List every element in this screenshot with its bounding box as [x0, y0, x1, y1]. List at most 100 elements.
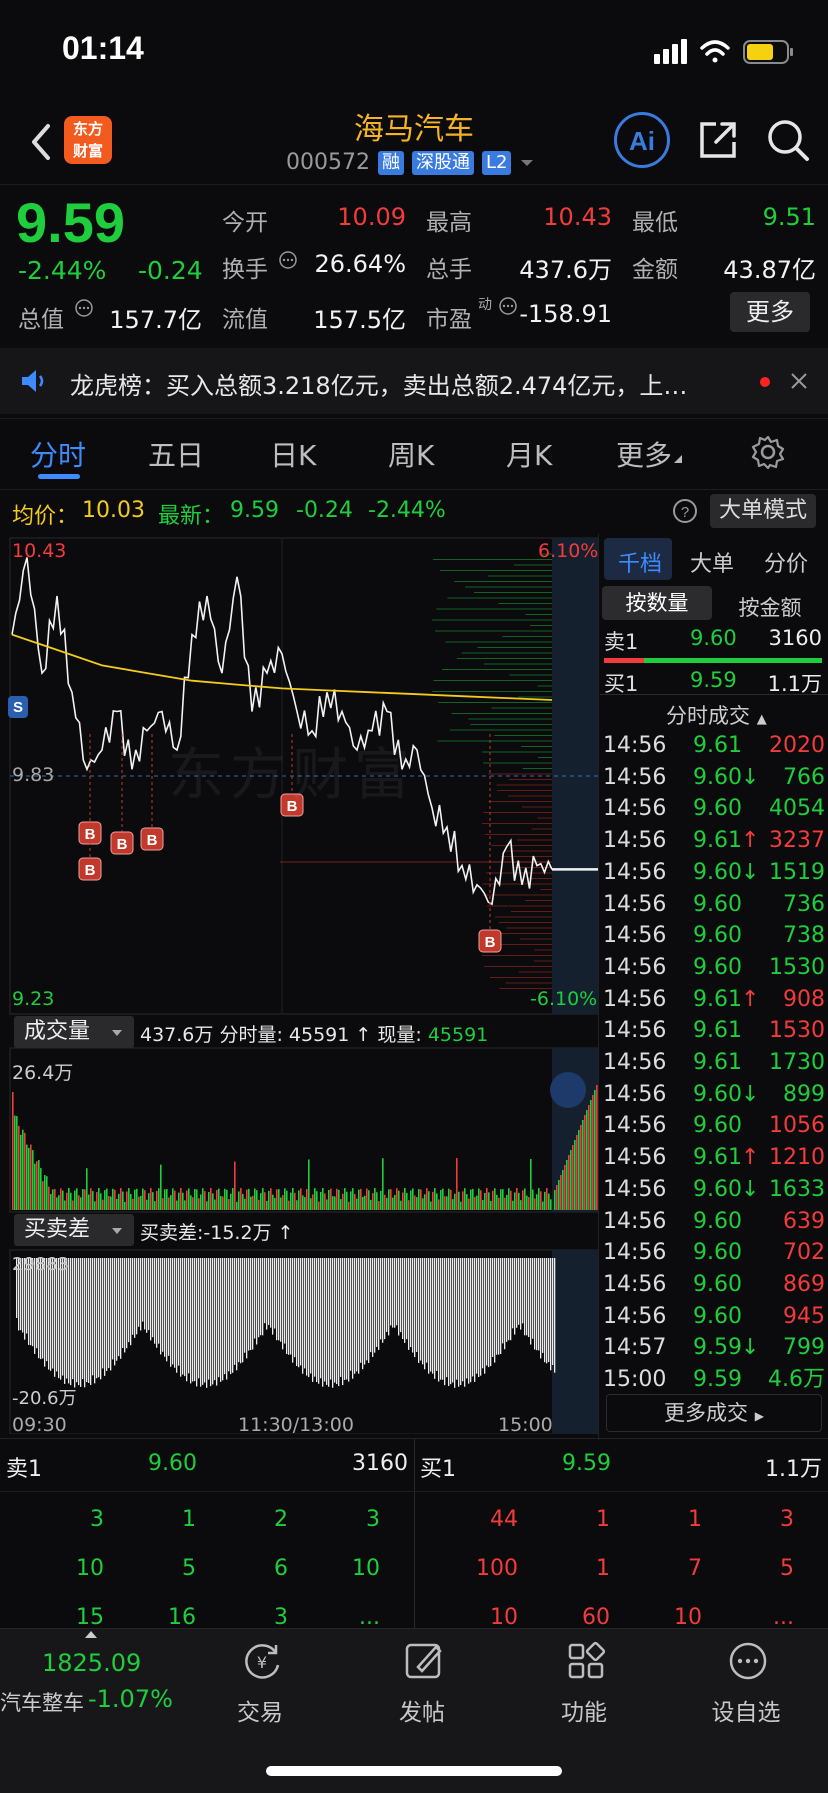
diff-bar — [84, 1258, 86, 1388]
tab-weekly-k[interactable]: 周K — [388, 434, 434, 474]
sector-index-value[interactable]: 1825.09 — [42, 1649, 141, 1677]
nav-watchlist[interactable]: 设自选 — [686, 1639, 806, 1749]
diff-bar — [132, 1258, 134, 1335]
diff-bar — [454, 1258, 456, 1388]
tick-price: 9.60 — [693, 923, 742, 949]
volume-bar — [332, 1196, 334, 1210]
tab-daily-k[interactable]: 日K — [270, 434, 316, 474]
diff-bar — [358, 1258, 360, 1374]
buy-queue-cell: 10 — [490, 1605, 518, 1630]
buy-signal-text: B — [147, 832, 158, 849]
volume-bar — [348, 1201, 350, 1210]
nav-post[interactable]: 发帖 — [362, 1639, 482, 1749]
volume-bar — [250, 1196, 252, 1210]
volume-bar-after-hours — [562, 1170, 564, 1210]
turnover-value: 26.64% — [314, 250, 406, 278]
tab-intraday[interactable]: 分时 — [30, 434, 86, 474]
help-icon[interactable]: ? — [672, 498, 698, 524]
diff-bar — [394, 1258, 396, 1328]
tab-monthly-k[interactable]: 月K — [506, 434, 552, 474]
info-dots-icon[interactable] — [498, 296, 518, 316]
volume-bar — [216, 1190, 218, 1210]
ai-button[interactable]: Ai — [614, 112, 670, 168]
notice-bar[interactable]: 龙虎榜：买入总额3.218亿元，卖出总额2.474亿元，上… — [0, 348, 828, 414]
volume-bar — [116, 1198, 118, 1210]
volume-bar — [534, 1198, 536, 1210]
diff-bar — [520, 1258, 522, 1330]
sell-queue-cell: 10 — [76, 1556, 104, 1581]
diff-bar — [354, 1258, 356, 1374]
volume-bar — [382, 1158, 384, 1210]
volume-bar — [144, 1190, 146, 1210]
volume-bar — [180, 1188, 182, 1210]
diff-bar — [430, 1258, 432, 1372]
volume-bar — [94, 1201, 96, 1210]
info-dots-icon[interactable] — [278, 250, 298, 270]
volume-bar — [334, 1196, 336, 1210]
search-icon[interactable] — [764, 116, 812, 164]
large-order-mode-button[interactable]: 大单模式 — [710, 494, 816, 528]
volume-panel-frame — [9, 1047, 599, 1213]
intraday-chart[interactable]: BBB BBBS — [0, 534, 600, 1434]
volume-bar — [454, 1193, 456, 1210]
diff-bar — [538, 1258, 540, 1351]
volume-bar — [320, 1191, 322, 1210]
pe-label: 市盈 — [426, 307, 472, 333]
info-dots-icon[interactable] — [74, 298, 94, 318]
subtab-by-amount[interactable]: 按金额 — [716, 592, 824, 622]
dropdown-caret-icon[interactable] — [519, 157, 535, 169]
tab-more[interactable]: 更多 — [616, 434, 684, 474]
buy-queue-cell: 5 — [780, 1556, 794, 1581]
diff-bar — [506, 1258, 508, 1342]
settings-gear-icon[interactable] — [750, 434, 786, 470]
panel-tab-big-orders[interactable]: 大单 — [690, 546, 734, 578]
diff-bar — [380, 1258, 382, 1340]
avg-label: 均价： — [12, 504, 79, 529]
diff-bar — [392, 1258, 394, 1328]
volume-bar — [330, 1188, 332, 1210]
tick-row: 14:56 9.61 1730 — [603, 1047, 825, 1078]
volume-bar — [342, 1193, 344, 1210]
diff-bar — [488, 1258, 490, 1368]
volume-bar — [146, 1199, 148, 1210]
buy-queue-cell: 1 — [688, 1507, 702, 1532]
diff-bar — [470, 1258, 472, 1383]
diff-bar — [516, 1258, 518, 1328]
subtab-by-quantity[interactable]: 按数量 — [602, 586, 712, 620]
diff-indicator-select[interactable]: 买卖差 — [14, 1214, 134, 1246]
volume-bar — [240, 1188, 242, 1210]
volume-bar — [508, 1188, 510, 1210]
tab-five-day[interactable]: 五日 — [148, 434, 204, 474]
diff-bar — [450, 1258, 452, 1385]
diff-bar — [400, 1258, 402, 1333]
volume-bar — [78, 1195, 80, 1210]
volume-bar — [324, 1193, 326, 1210]
panel-tab-depth[interactable]: 千档 — [618, 546, 662, 578]
more-button[interactable]: 更多 — [730, 292, 810, 332]
panel-tab-price[interactable]: 分价 — [764, 546, 808, 578]
diff-bar — [444, 1258, 446, 1386]
volume-bar — [510, 1190, 512, 1210]
depth-bar-sell — [604, 658, 644, 663]
volume-bar — [244, 1198, 246, 1210]
volume-bar — [120, 1188, 122, 1210]
volume-bar — [446, 1196, 448, 1210]
more-ticks-button[interactable]: 更多成交 ▶ — [606, 1394, 822, 1432]
volume-bar — [130, 1193, 132, 1210]
tick-row: 14:56 9.61 ↑ 908 — [603, 984, 825, 1015]
sector-name[interactable]: 汽车整车 — [0, 1687, 84, 1717]
volume-bar — [218, 1188, 220, 1210]
volume-bar — [344, 1188, 346, 1210]
share-icon[interactable] — [696, 118, 740, 162]
diff-bar — [452, 1258, 454, 1383]
volume-indicator-select[interactable]: 成交量 — [14, 1016, 134, 1048]
expand-up-icon[interactable] — [84, 1629, 98, 1639]
diff-bar — [62, 1258, 64, 1376]
diff-bar — [448, 1258, 450, 1386]
nav-functions[interactable]: 功能 — [524, 1639, 644, 1749]
tick-time: 14:56 — [603, 764, 667, 790]
diff-bar — [192, 1258, 194, 1382]
nav-trade[interactable]: ¥ 交易 — [200, 1639, 320, 1749]
latest-change: -0.24 — [296, 498, 353, 523]
close-icon[interactable] — [790, 372, 808, 390]
